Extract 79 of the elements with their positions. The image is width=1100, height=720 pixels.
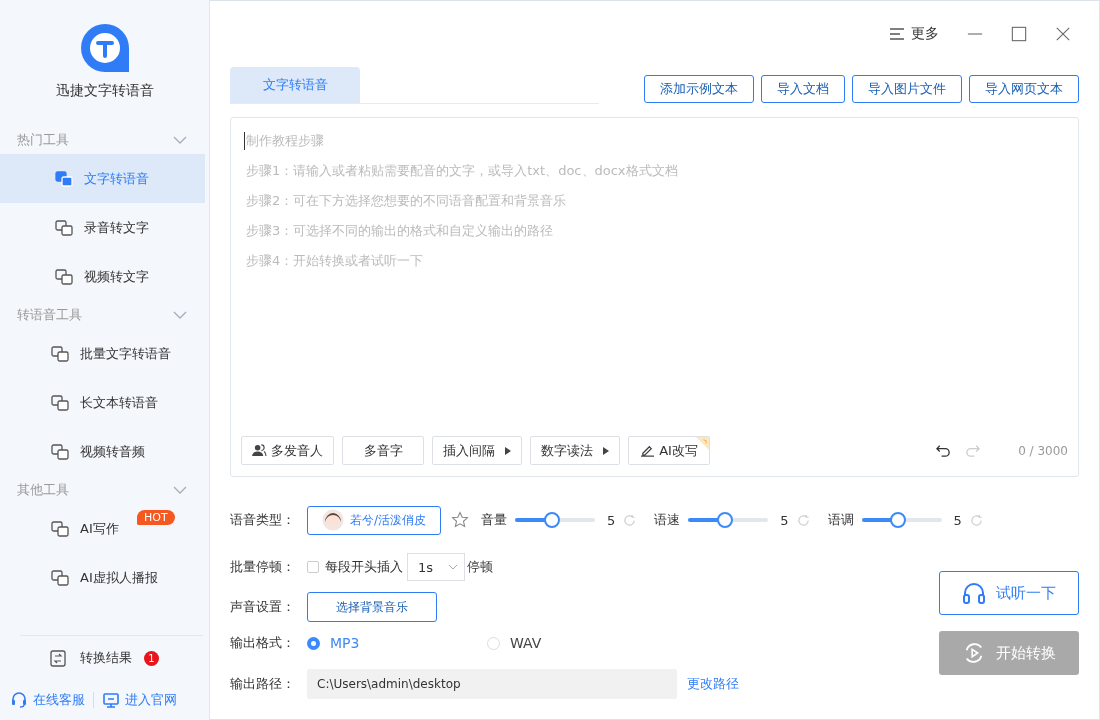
hot-badge: HOT bbox=[137, 510, 175, 525]
pen-icon bbox=[640, 444, 656, 457]
field-label: 输出路径： bbox=[230, 675, 296, 693]
editor-tool-button[interactable]: AI改写 bbox=[628, 436, 710, 465]
import-button[interactable]: 导入图片文件 bbox=[852, 75, 962, 103]
clipboard-icon bbox=[48, 648, 68, 668]
reset-icon[interactable] bbox=[969, 513, 983, 527]
footer-link[interactable]: 在线客服 bbox=[10, 691, 85, 709]
sidebar-item[interactable]: 视频转音频 bbox=[0, 427, 209, 476]
slider-value: 5 bbox=[953, 512, 962, 528]
maximize-icon[interactable] bbox=[1011, 26, 1027, 42]
editor-tool-button[interactable]: 多音字 bbox=[342, 436, 424, 465]
reset-icon[interactable] bbox=[623, 513, 637, 527]
monitor-icon bbox=[102, 691, 120, 709]
sidebar-item[interactable]: 视频转文字 bbox=[0, 252, 209, 301]
field-label: 语音类型： bbox=[230, 511, 296, 529]
listen-button[interactable]: 试听一下 bbox=[939, 571, 1079, 615]
headset-icon bbox=[10, 691, 28, 709]
sidebar-item[interactable]: 批量文字转语音 bbox=[0, 329, 209, 378]
sidebar-item[interactable]: 转换结果 1 bbox=[20, 635, 203, 680]
menu-icon bbox=[889, 27, 905, 41]
chevron-icon[interactable] bbox=[173, 136, 187, 144]
sidebar-item[interactable]: AI虚拟人播报 bbox=[0, 553, 209, 602]
import-button[interactable]: 导入文档 bbox=[761, 75, 845, 103]
section-title: 其他工具 bbox=[17, 481, 69, 499]
guide-text: 步骤1：请输入或者粘贴需要配音的文字，或导入txt、doc、docx格式文档 bbox=[246, 162, 679, 180]
chevron-icon[interactable] bbox=[173, 311, 187, 319]
slider-label: 语调 bbox=[827, 511, 854, 529]
close-icon[interactable] bbox=[1055, 26, 1071, 42]
guide-text: 步骤2：可在下方选择您想要的不同语音配置和背景音乐 bbox=[246, 192, 568, 210]
editor-tool-button[interactable]: 插入间隔 bbox=[432, 436, 522, 465]
voice-button[interactable]: 若兮/活泼俏皮 bbox=[307, 505, 442, 535]
headphones-icon bbox=[962, 582, 986, 604]
guide-text: 制作教程步骤 bbox=[244, 132, 1068, 150]
field-label: 批量停顿： bbox=[230, 558, 296, 576]
editor-tool-button[interactable]: 多发音人 bbox=[241, 436, 334, 465]
avatar-icon bbox=[322, 509, 344, 531]
star-icon[interactable] bbox=[451, 511, 470, 529]
more-menu-button[interactable]: 更多 bbox=[889, 25, 939, 43]
triangle-icon bbox=[603, 446, 609, 455]
checkbox[interactable] bbox=[307, 561, 319, 573]
count-badge: 1 bbox=[144, 650, 159, 666]
field-label: 声音设置： bbox=[230, 598, 296, 616]
suffix-text: 停顿 bbox=[467, 558, 493, 576]
guide-text: 步骤3：可选择不同的输出的格式和自定义输出的路径 bbox=[246, 222, 555, 240]
app-logo-icon bbox=[78, 22, 131, 74]
field-label: 输出格式： bbox=[230, 634, 296, 652]
people-icon bbox=[252, 444, 267, 457]
chevron-down-icon bbox=[448, 564, 458, 570]
change-path-link[interactable]: 更改路径 bbox=[687, 675, 739, 693]
sidebar-item[interactable]: AI写作 HOT bbox=[0, 504, 209, 553]
checkbox-label: 每段开头插入 bbox=[325, 558, 403, 576]
reset-icon[interactable] bbox=[796, 513, 810, 527]
duration-dropdown[interactable]: 1s bbox=[407, 553, 465, 581]
slider[interactable] bbox=[861, 512, 942, 528]
chevron-icon[interactable] bbox=[173, 486, 187, 494]
corner-icon bbox=[696, 437, 709, 450]
footer-link[interactable]: 进入官网 bbox=[102, 691, 177, 709]
section-title: 转语音工具 bbox=[17, 306, 82, 324]
app-name: 迅捷文字转语音 bbox=[55, 82, 154, 100]
slider-value: 5 bbox=[607, 512, 616, 528]
import-button[interactable]: 导入网页文本 bbox=[969, 75, 1079, 103]
triangle-icon bbox=[505, 446, 511, 455]
redo-icon[interactable] bbox=[965, 443, 981, 458]
sidebar-item[interactable]: 长文本转语音 bbox=[0, 378, 209, 427]
editor-tool-button[interactable]: 数字读法 bbox=[530, 436, 620, 465]
format-radio[interactable]: WAV bbox=[487, 635, 667, 651]
character-counter: 0 / 3000 bbox=[1018, 443, 1068, 458]
slider[interactable] bbox=[688, 512, 769, 528]
slider-label: 语速 bbox=[654, 511, 681, 529]
sidebar-item[interactable]: 录音转文字 bbox=[0, 203, 209, 252]
slider[interactable] bbox=[515, 512, 596, 528]
background-music-button[interactable]: 选择背景音乐 bbox=[307, 592, 437, 622]
slider-value: 5 bbox=[780, 512, 789, 528]
output-path-field[interactable]: C:\Users\admin\desktop bbox=[307, 669, 677, 699]
slider-label: 音量 bbox=[481, 511, 508, 529]
import-button[interactable]: 添加示例文本 bbox=[644, 75, 754, 103]
section-title: 热门工具 bbox=[17, 131, 69, 149]
undo-icon[interactable] bbox=[936, 443, 952, 458]
